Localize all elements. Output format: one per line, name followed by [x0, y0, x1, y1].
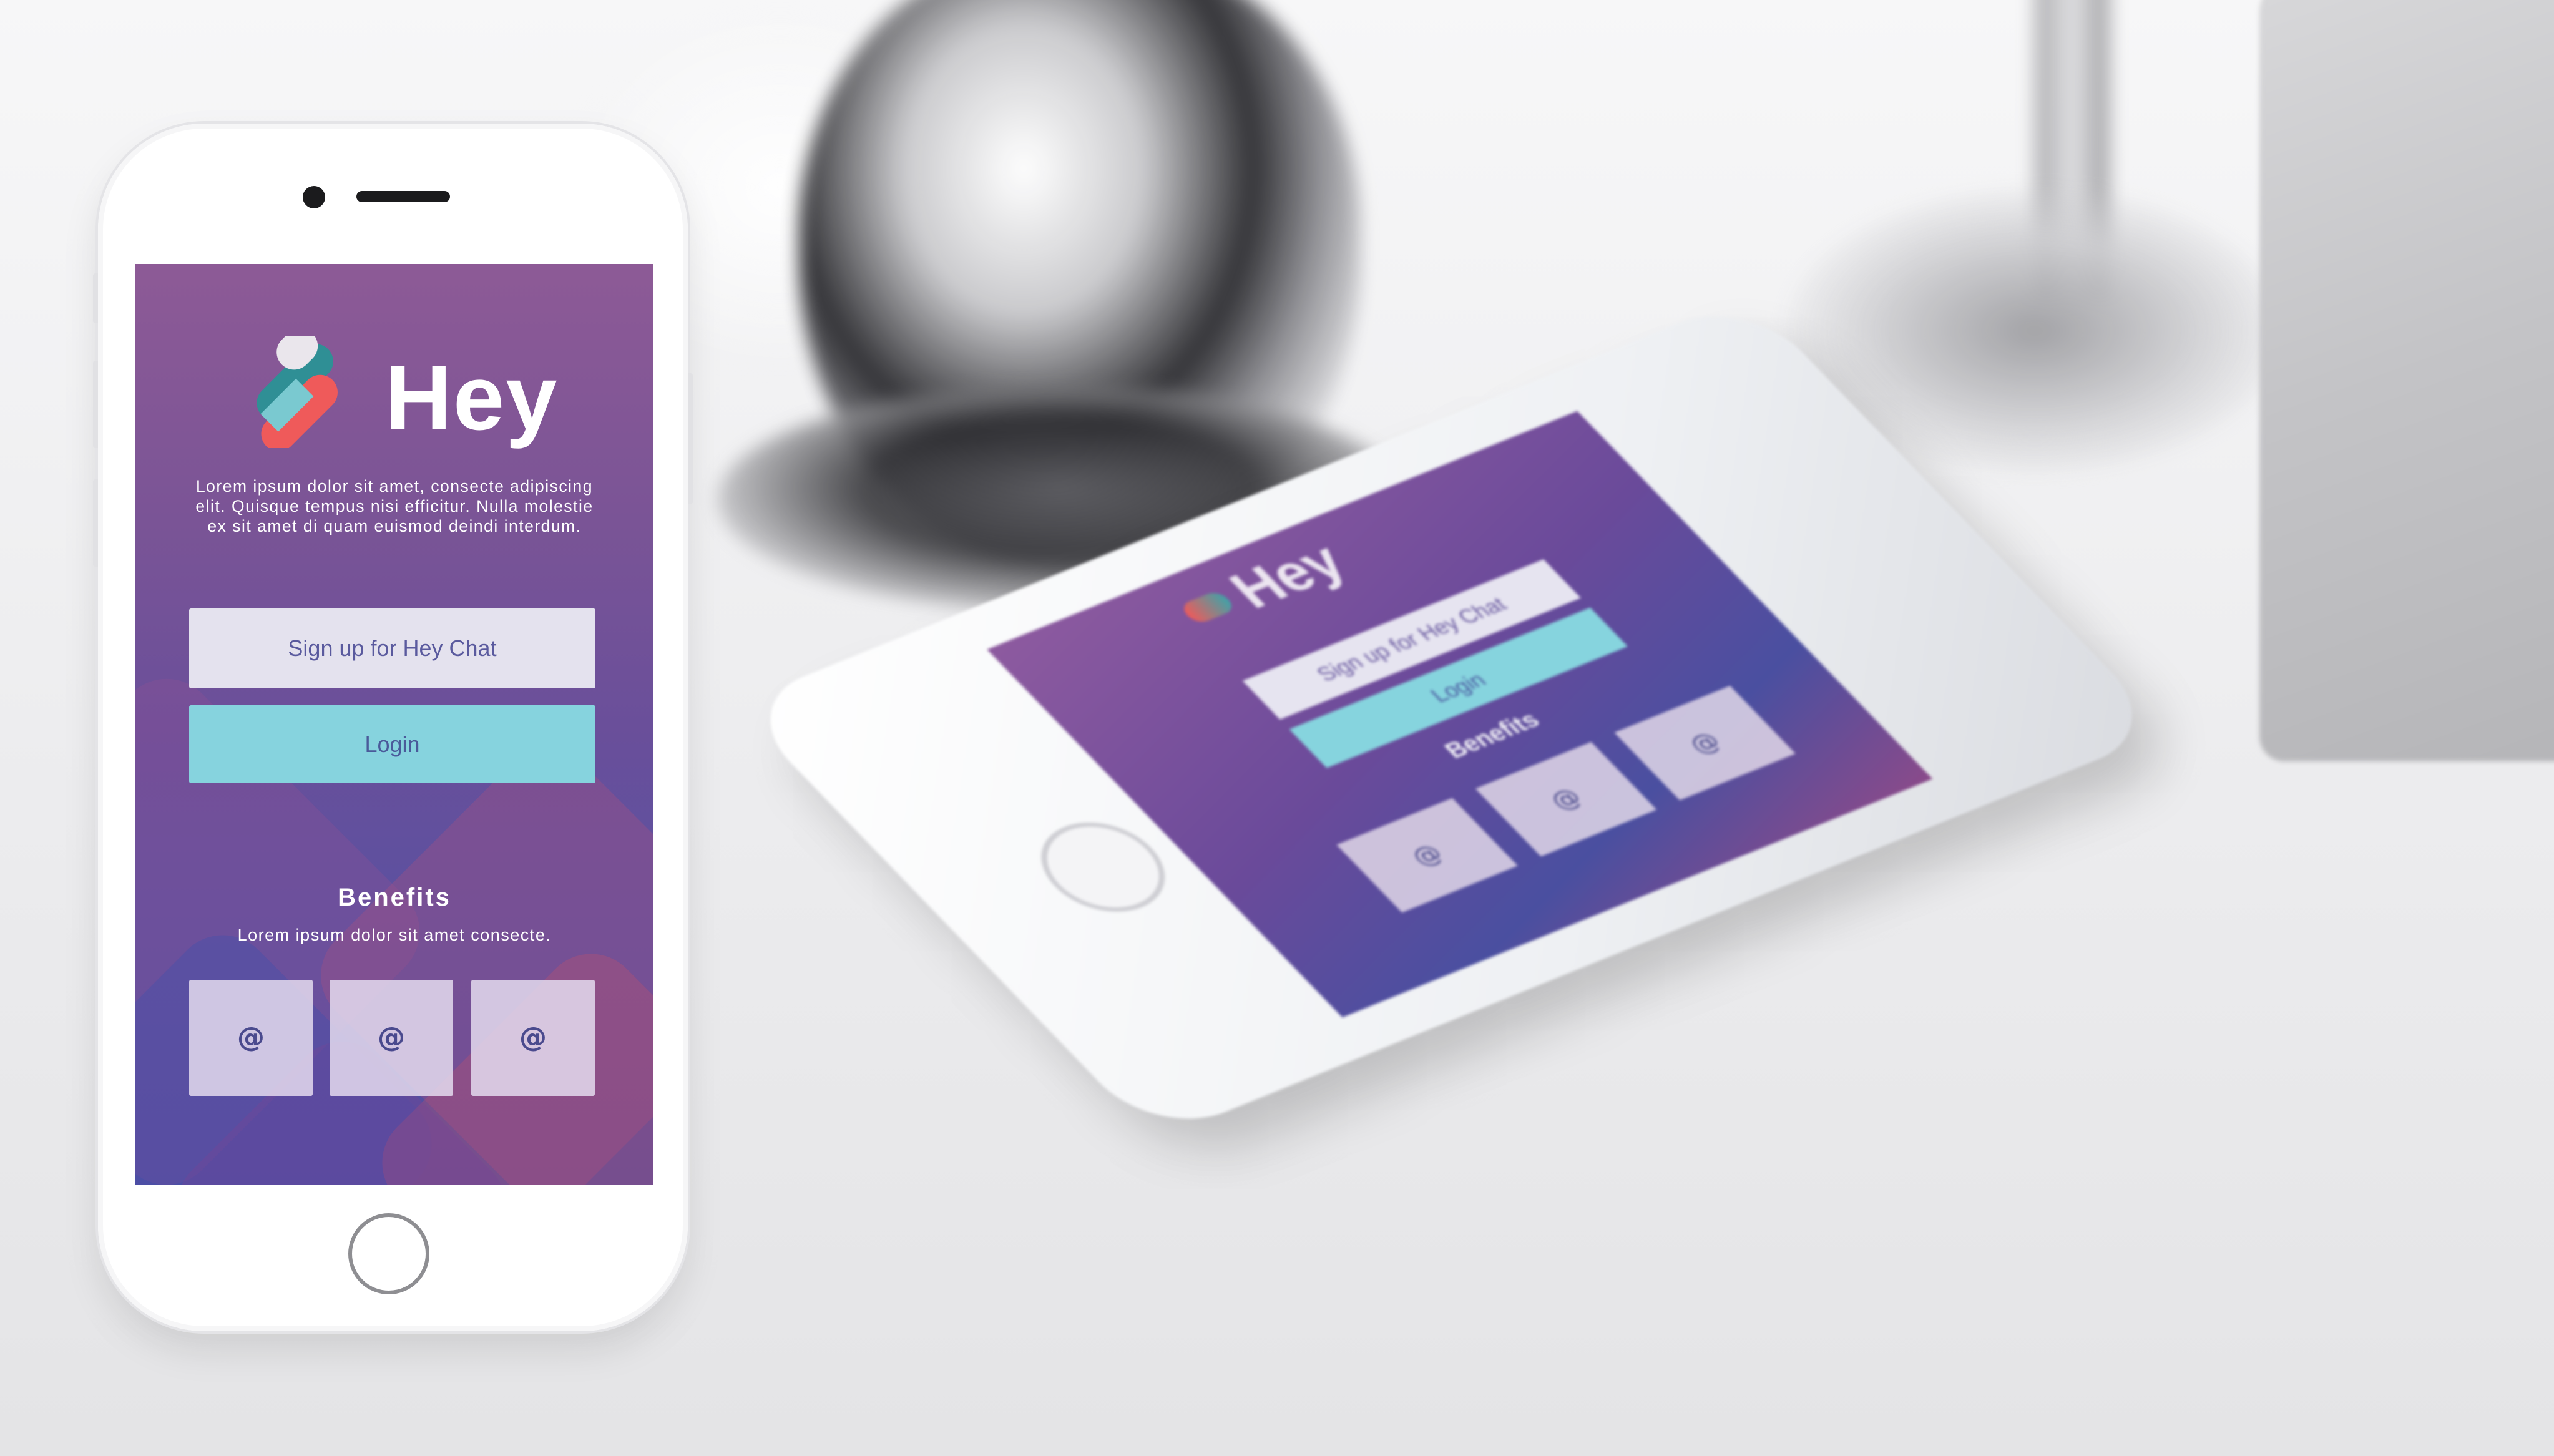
app-title: Hey [385, 346, 559, 449]
benefits-title: Benefits [338, 884, 451, 911]
mockup-stage: Hey Sign up for Hey Chat Login Benefits … [0, 0, 2554, 1456]
mute-switch [93, 273, 98, 323]
signup-button[interactable]: Sign up for Hey Chat [189, 608, 595, 688]
tilted-at-icon: @ [1336, 798, 1518, 913]
volume-down-button [93, 479, 98, 567]
front-camera [303, 186, 325, 208]
tilted-phone-body: Hey Sign up for Hey Chat Login Benefits … [734, 295, 2168, 1140]
at-icon[interactable]: @ [330, 980, 453, 1096]
at-icon[interactable]: @ [189, 980, 313, 1096]
phone-mockup: Hey Lorem ipsum dolor sit amet, consecte… [93, 124, 693, 1331]
tilted-at-icon: @ [1614, 685, 1796, 801]
tilted-phone-screen: Hey Sign up for Hey Chat Login Benefits … [987, 411, 1933, 1018]
hey-logo-icon [257, 336, 338, 448]
home-button[interactable] [348, 1213, 429, 1294]
tilted-app-title: Hey [1216, 532, 1359, 620]
at-icon[interactable]: @ [471, 980, 595, 1096]
login-button[interactable]: Login [189, 705, 595, 783]
app-screen: Hey Lorem ipsum dolor sit amet, consecte… [135, 264, 653, 1185]
tilted-phone-mockup: Hey Sign up for Hey Chat Login Benefits … [734, 295, 2168, 1140]
app-description: Lorem ipsum dolor sit amet, consecte adi… [195, 477, 594, 535]
tilted-at-icon: @ [1475, 741, 1657, 857]
tilted-logo-icon [1178, 589, 1238, 625]
volume-up-button [93, 361, 98, 448]
power-button [688, 373, 693, 504]
earpiece-speaker [356, 191, 450, 202]
background-concrete-block [2259, 0, 2554, 761]
benefits-subtitle: Lorem ipsum dolor sit amet consecte. [237, 926, 552, 944]
